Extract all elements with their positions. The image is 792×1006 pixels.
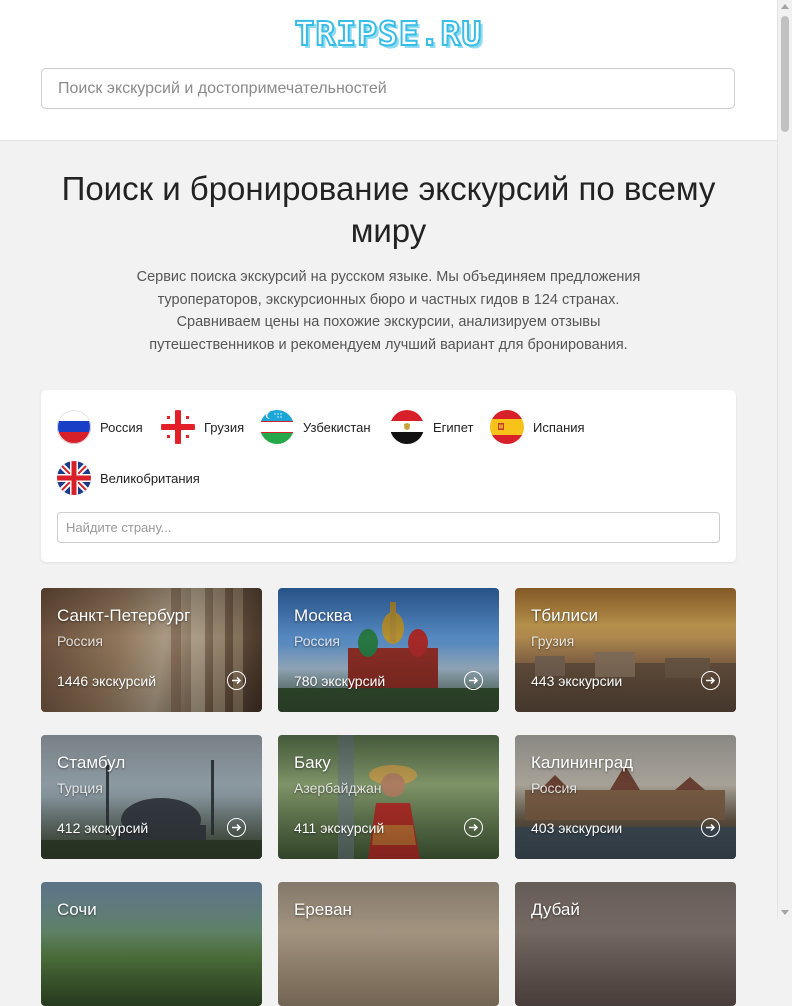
site-logo[interactable]: TRIPSE.RU xyxy=(0,13,777,54)
arrow-right-circle-icon[interactable] xyxy=(701,818,720,837)
country-label: Испания xyxy=(533,419,585,435)
country-label: Великобритания xyxy=(100,470,200,486)
scroll-down-icon[interactable] xyxy=(781,910,789,915)
city-country: Турция xyxy=(57,780,103,796)
city-name: Москва xyxy=(294,606,353,625)
country-search-input[interactable] xyxy=(57,512,720,543)
page-scrollbar[interactable] xyxy=(777,0,792,919)
excursion-count: 443 экскурсии xyxy=(531,673,623,689)
excursion-count: 780 экскурсий xyxy=(294,673,386,689)
uk-flag-icon xyxy=(57,461,91,495)
city-card-tbilisi[interactable]: Тбилиси Грузия 443 экскурсии xyxy=(515,588,736,712)
country-uk[interactable]: Великобритания xyxy=(57,460,200,496)
country-uzbekistan[interactable]: Узбекистан xyxy=(260,409,371,445)
city-name: Санкт-Петербург xyxy=(57,606,191,625)
city-name: Стамбул xyxy=(57,753,126,772)
city-name: Сочи xyxy=(57,900,97,919)
city-name: Ереван xyxy=(294,900,352,919)
country-picker: Россия Грузия Узбекистан Египет Испания … xyxy=(41,390,736,562)
city-name: Дубай xyxy=(531,900,580,919)
city-card-sochi[interactable]: Сочи xyxy=(41,882,262,1006)
spain-flag-icon xyxy=(490,410,524,444)
logo-text[interactable]: TRIPSE.RU xyxy=(294,13,483,54)
city-card-dubai[interactable]: Дубай xyxy=(515,882,736,1006)
city-name: Тбилиси xyxy=(531,606,599,625)
country-label: Египет xyxy=(433,419,474,435)
country-label: Узбекистан xyxy=(303,419,371,435)
russia-flag-icon xyxy=(57,410,91,444)
excursion-count: 403 экскурсии xyxy=(531,820,623,836)
arrow-right-circle-icon[interactable] xyxy=(227,818,246,837)
excursion-search-input[interactable] xyxy=(41,68,735,109)
city-card-baku[interactable]: Баку Азербайджан 411 экскурсий xyxy=(278,735,499,859)
country-label: Грузия xyxy=(204,419,245,435)
city-card-moscow[interactable]: Москва Россия 780 экскурсий xyxy=(278,588,499,712)
egypt-flag-icon xyxy=(390,410,424,444)
city-name: Калининград xyxy=(531,753,634,772)
arrow-right-circle-icon[interactable] xyxy=(227,671,246,690)
city-name: Баку xyxy=(294,753,331,772)
uzbekistan-flag-icon xyxy=(260,410,294,444)
page-title: Поиск и бронирование экскурсий по всему … xyxy=(61,170,716,249)
scroll-up-icon[interactable] xyxy=(781,4,789,9)
arrow-right-circle-icon[interactable] xyxy=(464,818,483,837)
city-country: Россия xyxy=(294,633,340,649)
city-country: Россия xyxy=(57,633,103,649)
city-card-kaliningrad[interactable]: Калининград Россия 403 экскурсии xyxy=(515,735,736,859)
city-country: Азербайджан xyxy=(294,780,382,796)
country-label: Россия xyxy=(100,419,143,435)
country-spain[interactable]: Испания xyxy=(490,409,585,445)
page-description: Сервис поиска экскурсий на русском языке… xyxy=(136,269,641,353)
country-russia[interactable]: Россия xyxy=(57,409,143,445)
site-header: TRIPSE.RU xyxy=(0,0,777,141)
arrow-right-circle-icon[interactable] xyxy=(701,671,720,690)
georgia-flag-icon xyxy=(161,410,195,444)
city-country: Грузия xyxy=(531,633,575,649)
country-egypt[interactable]: Египет xyxy=(390,409,473,445)
city-card-saint-petersburg[interactable]: Санкт-Петербург Россия 1446 экскурсий xyxy=(41,588,262,712)
excursion-count: 411 экскурсий xyxy=(294,820,385,836)
arrow-right-circle-icon[interactable] xyxy=(464,671,483,690)
excursion-count: 412 экскурсий xyxy=(57,820,149,836)
excursion-count: 1446 экскурсий xyxy=(57,673,157,689)
city-country: Россия xyxy=(531,780,577,796)
city-card-yerevan[interactable]: Ереван xyxy=(278,882,499,1006)
city-card-istanbul[interactable]: Стамбул Турция 412 экскурсий xyxy=(41,735,262,859)
scrollbar-thumb[interactable] xyxy=(781,16,789,132)
country-georgia[interactable]: Грузия xyxy=(161,409,244,445)
